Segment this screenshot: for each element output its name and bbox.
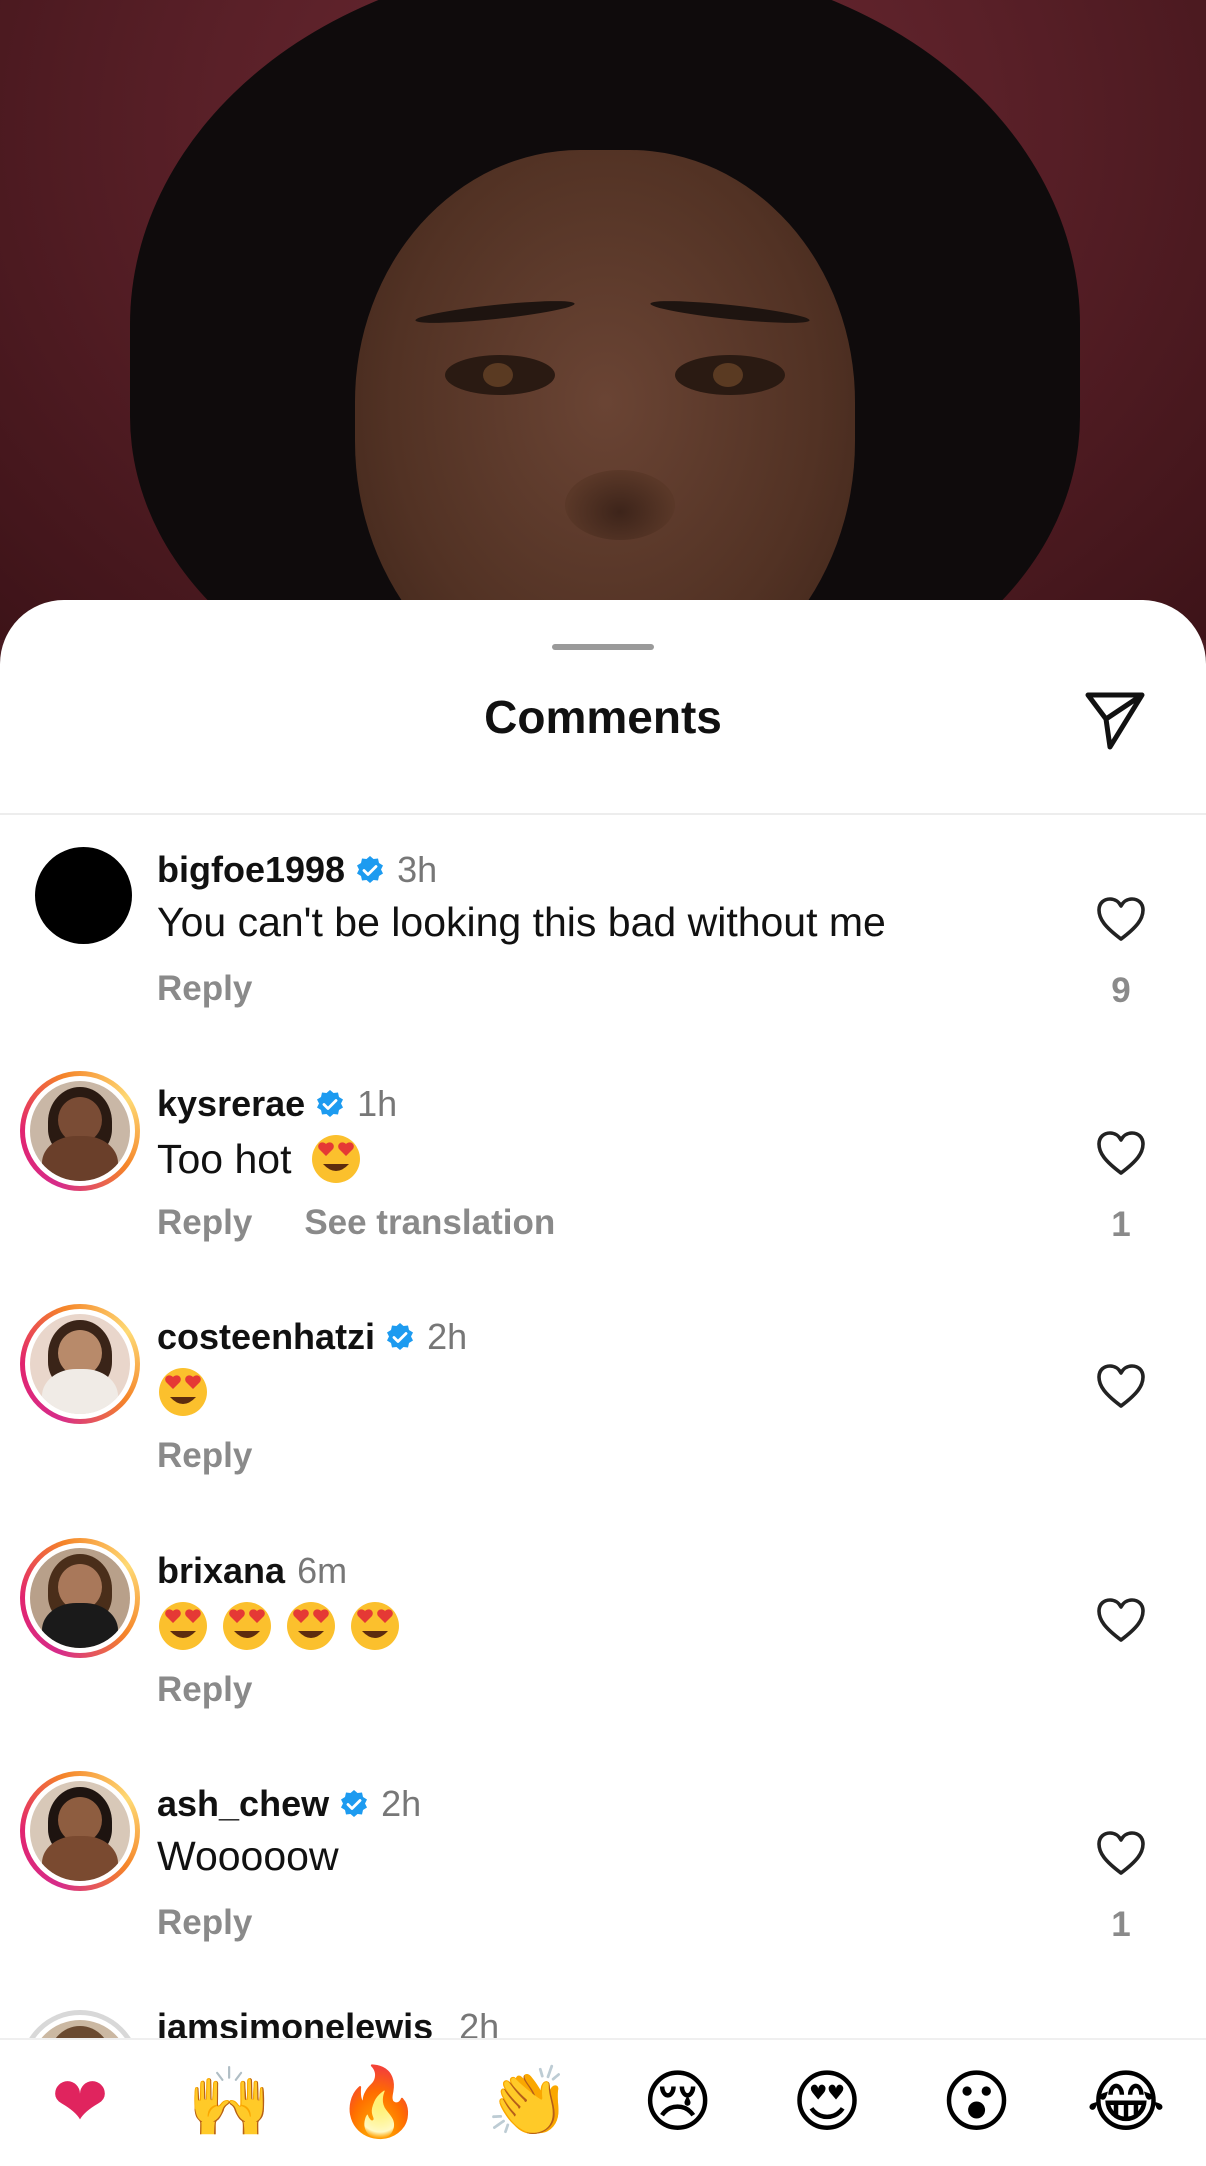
like-count: 1 — [1111, 1905, 1131, 1944]
like-heart-icon[interactable] — [1095, 1829, 1147, 1877]
heart-eyes-emoji-icon — [285, 1600, 337, 1652]
comment-text — [157, 1600, 401, 1652]
avatar[interactable] — [20, 1538, 140, 1658]
heart-eyes-face-icon[interactable]: 😍 — [787, 2063, 867, 2143]
see-translation-button[interactable]: See translation — [304, 1203, 555, 1243]
comment-text: Wooooow — [157, 1833, 339, 1879]
comment-time: 6m — [297, 1550, 348, 1591]
avatar[interactable] — [20, 1771, 140, 1891]
verified-badge-icon — [317, 1090, 344, 1117]
photo-nose — [565, 470, 675, 540]
tears-of-joy-face-icon[interactable]: 😂 — [1086, 2063, 1166, 2143]
post-photo-background — [0, 0, 1206, 640]
comment-time: 2h — [427, 1316, 468, 1357]
verified-badge-icon — [357, 856, 384, 883]
heart-eyes-emoji-icon — [349, 1600, 401, 1652]
avatar[interactable] — [20, 1071, 140, 1191]
comment-username[interactable]: ash_chew — [157, 1783, 329, 1825]
reply-button[interactable]: Reply — [157, 1436, 252, 1476]
heart-eyes-emoji-icon — [157, 1600, 209, 1652]
comments-sheet: Comments bigfoe1998 3h You can't be look… — [0, 600, 1206, 2166]
comment-item: ash_chew 2h Wooooow Reply 1 — [0, 1771, 1206, 2001]
red-heart-icon[interactable]: ❤ — [40, 2063, 120, 2143]
comment-text — [157, 1366, 209, 1418]
header-divider — [0, 813, 1206, 815]
like-heart-icon[interactable] — [1095, 1129, 1147, 1177]
reply-button[interactable]: Reply — [157, 969, 252, 1009]
comment-time: 2h — [381, 1783, 422, 1824]
photo-face — [355, 150, 855, 640]
share-send-icon[interactable] — [1082, 685, 1148, 751]
reply-button[interactable]: Reply — [157, 1670, 252, 1710]
photo-eye-left — [445, 355, 555, 395]
heart-eyes-emoji-icon — [310, 1133, 362, 1185]
comment-username[interactable]: bigfoe1998 — [157, 849, 345, 891]
comment-item: costeenhatzi 2h Reply — [0, 1304, 1206, 1534]
sheet-title: Comments — [484, 691, 722, 743]
heart-eyes-emoji-icon — [157, 1366, 209, 1418]
comment-time: 3h — [397, 849, 438, 890]
comment-username[interactable]: iamsimonelewis — [157, 2006, 433, 2038]
like-heart-icon[interactable] — [1095, 1596, 1147, 1644]
like-heart-icon[interactable] — [1095, 895, 1147, 943]
verified-badge-icon — [387, 1323, 414, 1350]
comment-text: You can't be looking this bad without me — [157, 899, 886, 945]
reply-button[interactable]: Reply — [157, 1903, 252, 1943]
fire-icon[interactable]: 🔥 — [337, 2063, 422, 2143]
raising-hands-icon[interactable]: 🙌 — [187, 2063, 272, 2143]
comment-item: iamsimonelewis 2h — [0, 2002, 1206, 2038]
comment-item: kysrerae 1h Too hot Reply See translatio… — [0, 1071, 1206, 1301]
like-count: 9 — [1111, 971, 1131, 1010]
comment-username[interactable]: brixana — [157, 1550, 285, 1592]
comment-text: Too hot — [157, 1135, 292, 1182]
quick-reaction-bar: ❤ 🙌 🔥 👏 😢 😍 😮 😂 — [0, 2038, 1206, 2166]
crying-face-icon[interactable]: 😢 — [638, 2063, 718, 2143]
like-count: 1 — [1111, 1205, 1131, 1244]
comment-text-row: Too hot — [157, 1133, 362, 1185]
comment-item: brixana 6m Reply — [0, 1538, 1206, 1768]
comment-time: 1h — [357, 1083, 398, 1124]
comment-item: bigfoe1998 3h You can't be looking this … — [0, 837, 1206, 1067]
heart-eyes-emoji-icon — [221, 1600, 273, 1652]
reply-button[interactable]: Reply — [157, 1203, 252, 1243]
comment-username[interactable]: costeenhatzi — [157, 1316, 375, 1358]
clapping-hands-icon[interactable]: 👏 — [486, 2063, 571, 2143]
photo-eye-right — [675, 355, 785, 395]
avatar[interactable] — [20, 2010, 140, 2038]
avatar[interactable] — [35, 847, 132, 944]
verified-badge-icon — [341, 1790, 368, 1817]
sheet-drag-handle[interactable] — [552, 644, 654, 650]
like-heart-icon[interactable] — [1095, 1362, 1147, 1410]
comment-time: 2h — [459, 2006, 500, 2038]
comment-username[interactable]: kysrerae — [157, 1083, 305, 1125]
avatar[interactable] — [20, 1304, 140, 1424]
surprised-face-icon[interactable]: 😮 — [937, 2063, 1017, 2143]
